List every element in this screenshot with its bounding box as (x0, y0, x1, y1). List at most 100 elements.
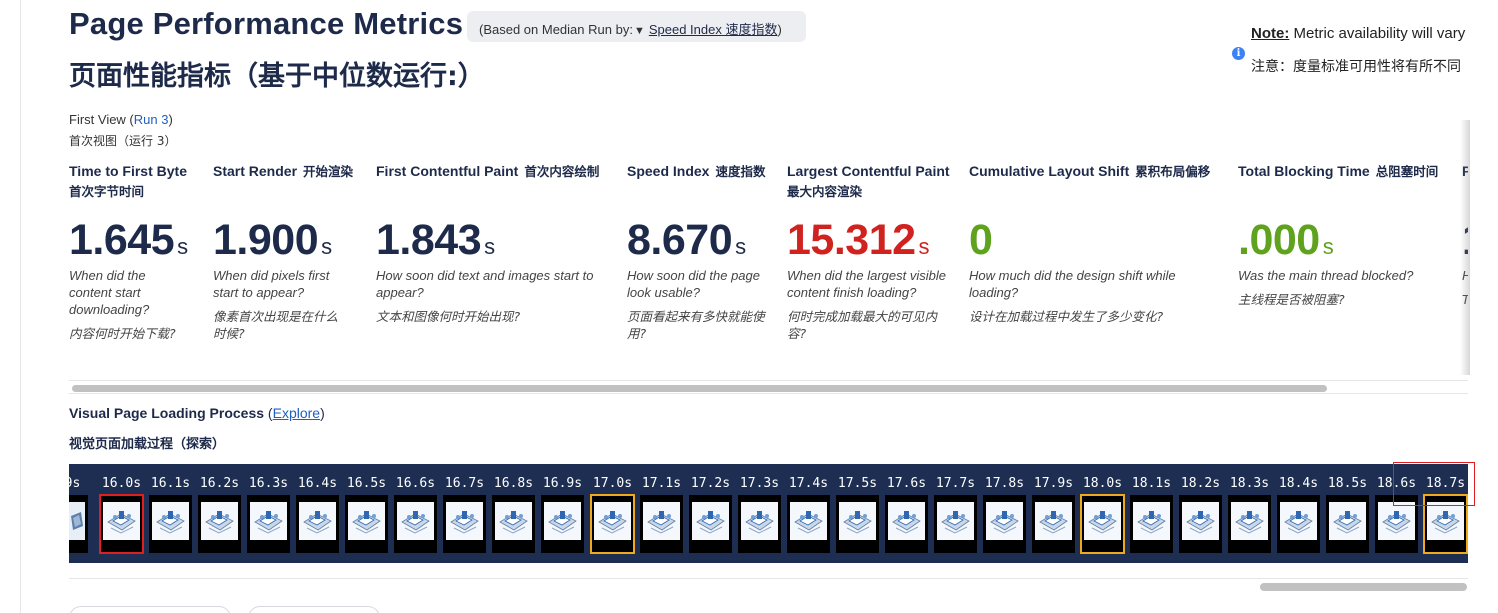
page-screenshot-icon (594, 502, 631, 540)
filmstrip-frame[interactable]: 16.4s (293, 464, 342, 563)
metric-value: 1.900 s (213, 216, 332, 264)
frame-timestamp: 17.7s (935, 476, 976, 491)
filmstrip-frame[interactable]: 17.1s (637, 464, 686, 563)
frame-thumbnail[interactable] (885, 495, 928, 553)
metric-label: First Contentful Paint 首次内容绘制 (376, 163, 600, 179)
frame-thumbnail[interactable] (1179, 495, 1222, 553)
page-screenshot-icon (397, 502, 434, 540)
filmstrip-frame[interactable]: 16.9s (538, 464, 587, 563)
page-screenshot-icon (1231, 502, 1268, 540)
frame-thumbnail[interactable] (1326, 495, 1369, 553)
metric-start-render: Start Render 开始渲染 1.900 s When did pixels … (213, 160, 368, 341)
filmstrip-frame[interactable]: 17.6s (882, 464, 931, 563)
median-run-selector[interactable]: (Based on Median Run by:▼ Speed Index 速度指… (467, 11, 806, 42)
explore-link[interactable]: Explore (273, 405, 320, 421)
filmstrip-frame[interactable]: 16.3s (244, 464, 293, 563)
frame-thumbnail[interactable] (99, 494, 144, 554)
frame-thumbnail[interactable] (590, 494, 635, 554)
filmstrip-frame[interactable]: 16.1s (146, 464, 195, 563)
filmstrip-frame[interactable]: 17.9s (1029, 464, 1078, 563)
filmstrip-scrollbar[interactable] (69, 578, 1468, 594)
frame-thumbnail[interactable] (149, 495, 192, 553)
frame-thumbnail[interactable] (787, 495, 830, 553)
filmstrip-frame[interactable]: 16.8s (489, 464, 538, 563)
frame-thumbnail[interactable] (443, 495, 486, 553)
filmstrip-frame[interactable]: 17.0s (588, 464, 637, 563)
filmstrip-scrollbar-thumb[interactable] (1260, 583, 1467, 591)
filmstrip-frame[interactable]: 18.4s (1274, 464, 1323, 563)
frame-thumbnail[interactable] (1032, 495, 1075, 553)
filmstrip-frame[interactable]: 17.5s (833, 464, 882, 563)
visual-progress-title: Visual Page Loading Process (Explore) (69, 405, 325, 421)
filmstrip-frame[interactable]: 17.3s (735, 464, 784, 563)
frame-thumbnail[interactable] (394, 495, 437, 553)
frame-thumbnail[interactable] (1277, 495, 1320, 553)
filmstrip-frame[interactable]: 17.7s (931, 464, 980, 563)
frame-thumbnail[interactable] (296, 495, 339, 553)
frame-thumbnail[interactable] (492, 495, 535, 553)
metrics-scrollbar-thumb[interactable] (72, 385, 1327, 392)
frame-timestamp: 17.1s (641, 476, 682, 491)
metric-label-zh: 首次字节时间 (69, 184, 145, 199)
frame-thumbnail[interactable] (640, 495, 683, 553)
filmstrip-frame[interactable]: 16.2s (195, 464, 244, 563)
filmstrip: 9s 16.0s 16.1s 16.2s 16.3s 16.4s 16.5s 16.6s 16… (69, 464, 1468, 563)
bottom-button-2[interactable] (248, 606, 380, 613)
frame-thumbnail[interactable] (1228, 495, 1271, 553)
filmstrip-frame[interactable]: 16.5s (342, 464, 391, 563)
frame-timestamp: 18.3s (1229, 476, 1270, 491)
metric-ttfb: Time to First Byte 首次字节时间 1.645 s When di… (69, 160, 199, 341)
page-screenshot-icon (937, 502, 974, 540)
filmstrip-frame-partial[interactable]: 9s (69, 464, 97, 563)
run-link[interactable]: Run 3 (134, 112, 169, 127)
metric-label: Speed Index 速度指数 (627, 163, 766, 179)
frame-thumbnail[interactable] (934, 495, 977, 553)
frame-thumbnail[interactable] (198, 495, 241, 553)
median-metric-link[interactable]: Speed Index 速度指数 (649, 22, 778, 37)
frame-thumbnail[interactable] (738, 495, 781, 553)
metric-value: 8.670 s (627, 216, 746, 264)
frame-timestamp: 18.4s (1278, 476, 1319, 491)
filmstrip-frame[interactable]: 18.5s (1323, 464, 1372, 563)
metric-description: Was the main thread blocked? 主线程是否被阻塞? (1238, 268, 1414, 307)
filmstrip-frame[interactable]: 17.4s (784, 464, 833, 563)
frame-thumbnail[interactable] (1080, 494, 1125, 554)
frame-thumbnail[interactable] (69, 495, 88, 553)
filmstrip-frame[interactable]: 17.2s (686, 464, 735, 563)
filmstrip-frame[interactable]: 16.6s (391, 464, 440, 563)
filmstrip-frame[interactable]: 17.8s (980, 464, 1029, 563)
page-screenshot-icon (888, 502, 925, 540)
filmstrip-frame[interactable]: 16.0s (97, 464, 146, 563)
page-screenshot-icon (250, 502, 287, 540)
metrics-scrollbar[interactable] (69, 380, 1468, 394)
filmstrip-frame[interactable]: 18.1s (1127, 464, 1176, 563)
frame-thumbnail[interactable] (836, 495, 879, 553)
caret-down-icon[interactable]: ▼ (634, 25, 645, 37)
metric-note-zh: 注意：度量标准可用性将有所不同 (1251, 59, 1461, 75)
page-title-zh: 页面性能指标（基于中位数运行:） (69, 61, 485, 92)
frame-thumbnail[interactable] (541, 495, 584, 553)
metric-description: How much did the design shift while load… (969, 268, 1176, 324)
highlight-annotation-box (1393, 462, 1475, 506)
page-screenshot-icon (986, 502, 1023, 540)
info-icon[interactable]: i (1232, 47, 1245, 60)
note-text: Metric availability will vary (1289, 25, 1466, 42)
filmstrip-frame[interactable]: 18.3s (1225, 464, 1274, 563)
metric-label: Time to First Byte (69, 163, 187, 179)
frame-thumbnail[interactable] (345, 495, 388, 553)
page-screenshot-icon (1182, 502, 1219, 540)
frame-timestamp: 18.5s (1327, 476, 1368, 491)
frame-timestamp: 16.7s (444, 476, 485, 491)
frame-thumbnail[interactable] (983, 495, 1026, 553)
filmstrip-frame[interactable]: 18.0s (1078, 464, 1127, 563)
frame-timestamp: 16.3s (248, 476, 289, 491)
frame-thumbnail[interactable] (1130, 495, 1173, 553)
frame-timestamp: 16.0s (101, 476, 142, 491)
frame-thumbnail[interactable] (247, 495, 290, 553)
filmstrip-frame[interactable]: 18.2s (1176, 464, 1225, 563)
frame-thumbnail[interactable] (689, 495, 732, 553)
filmstrip-frame[interactable]: 16.7s (440, 464, 489, 563)
frame-timestamp: 17.4s (788, 476, 829, 491)
page-screenshot-icon (1035, 502, 1072, 540)
bottom-button-1[interactable] (69, 606, 231, 613)
